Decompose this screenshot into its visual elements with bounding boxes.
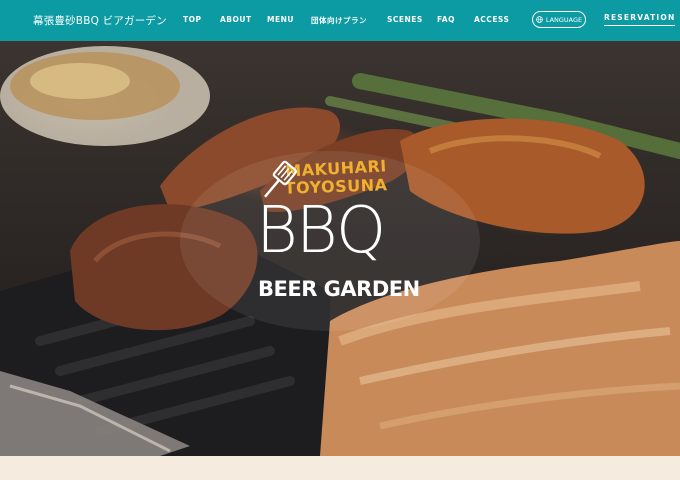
spatula-icon <box>264 160 298 198</box>
globe-icon <box>536 16 543 23</box>
language-button[interactable]: LANGUAGE <box>532 11 586 28</box>
site-title[interactable]: 幕張豊砂BBQ ビアガーデン <box>33 13 167 28</box>
nav-about[interactable]: ABOUT <box>220 15 252 24</box>
content-section-top <box>0 456 680 480</box>
logo-bbq: BBQ <box>256 194 386 268</box>
logo-beer-garden: BEER GARDEN <box>258 277 420 301</box>
language-label: LANGUAGE <box>545 15 583 24</box>
nav-top[interactable]: TOP <box>183 15 202 24</box>
nav-faq[interactable]: FAQ <box>437 15 455 24</box>
hero-image: MAKUHARI TOYOSUNA BBQ BEER GARDEN <box>0 41 680 456</box>
reservation-button[interactable]: RESERVATION <box>604 13 676 26</box>
nav-access[interactable]: ACCESS <box>474 15 509 24</box>
nav-menu[interactable]: MENU <box>267 15 294 24</box>
brand-logo: MAKUHARI TOYOSUNA BBQ BEER GARDEN <box>252 156 422 317</box>
nav-group-plan[interactable]: 団体向けプラン <box>311 15 367 26</box>
nav-scenes[interactable]: SCENES <box>387 15 423 24</box>
site-header: 幕張豊砂BBQ ビアガーデン TOP ABOUT MENU 団体向けプラン SC… <box>0 0 680 41</box>
